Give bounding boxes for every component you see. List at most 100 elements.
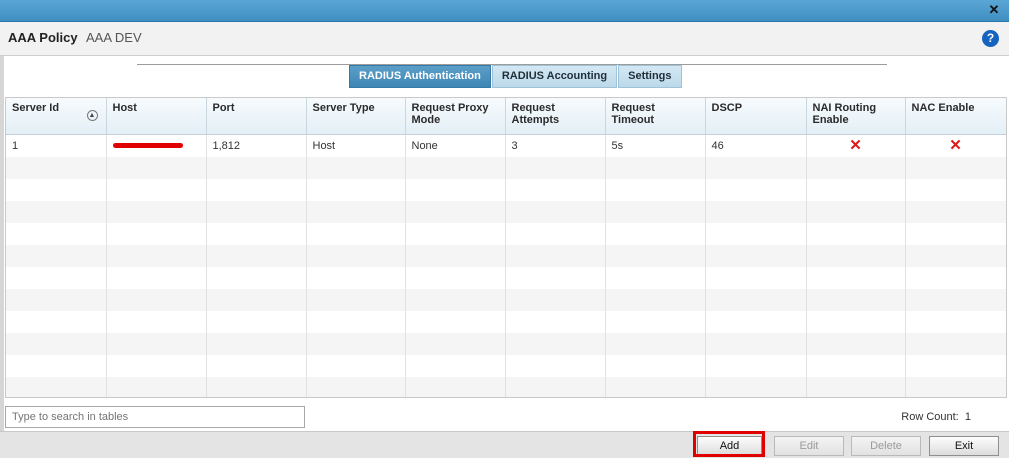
empty-cell: [6, 178, 107, 201]
empty-cell: [705, 376, 807, 397]
cell-attempts: 3: [505, 134, 606, 157]
empty-cell: [405, 222, 506, 245]
empty-cell: [405, 332, 506, 355]
empty-cell: [605, 222, 706, 245]
empty-cell: [806, 288, 906, 311]
empty-cell: [806, 156, 906, 179]
empty-cell: [505, 310, 606, 333]
empty-cell: [705, 222, 807, 245]
empty-cell: [6, 354, 107, 377]
empty-cell: [705, 288, 807, 311]
empty-cell: [505, 376, 606, 397]
page-header: AAA Policy AAA DEV ?: [0, 22, 1009, 56]
empty-cell: [306, 266, 406, 289]
empty-cell: [106, 310, 207, 333]
empty-cell: [806, 376, 906, 397]
empty-cell: [605, 156, 706, 179]
table-empty-row: [6, 354, 1006, 377]
empty-cell: [605, 266, 706, 289]
column-header-dscp[interactable]: DSCP: [705, 98, 807, 135]
empty-cell: [405, 376, 506, 397]
red-x-icon: ✕: [949, 136, 962, 154]
empty-cell: [905, 156, 1006, 179]
sort-ascending-icon[interactable]: ▲: [86, 110, 98, 121]
edit-button[interactable]: Edit: [774, 436, 844, 456]
empty-cell: [905, 244, 1006, 267]
empty-cell: [806, 200, 906, 223]
empty-cell: [705, 266, 807, 289]
empty-cell: [806, 178, 906, 201]
cell-timeout: 5s: [605, 134, 706, 157]
cell-port: 1,812: [206, 134, 307, 157]
empty-cell: [6, 200, 107, 223]
table-header-row: Server Id ▲ Host Port Server Type Request…: [6, 98, 1006, 135]
cell-dscp: 46: [705, 134, 807, 157]
redaction-mark: [112, 143, 183, 149]
tab-bar: RADIUS Authentication RADIUS Accounting …: [349, 65, 683, 88]
empty-cell: [705, 354, 807, 377]
table-row[interactable]: 1 1,812 Host None 3 5s 46 ✕ ✕: [6, 134, 1006, 157]
close-icon[interactable]: ✕: [987, 3, 1001, 17]
column-header-request-attempts[interactable]: Request Attempts: [505, 98, 606, 135]
empty-cell: [6, 244, 107, 267]
delete-button[interactable]: Delete: [851, 436, 921, 456]
empty-cell: [6, 332, 107, 355]
empty-cell: [905, 178, 1006, 201]
empty-cell: [705, 200, 807, 223]
column-header-nai-routing-enable[interactable]: NAI Routing Enable: [806, 98, 906, 135]
empty-cell: [206, 178, 307, 201]
empty-cell: [905, 200, 1006, 223]
empty-cell: [905, 288, 1006, 311]
column-header-server-id[interactable]: Server Id ▲: [6, 98, 107, 135]
empty-cell: [905, 222, 1006, 245]
tab-radius-authentication[interactable]: RADIUS Authentication: [349, 65, 491, 88]
column-header-request-timeout[interactable]: Request Timeout: [605, 98, 706, 135]
column-header-request-proxy-mode[interactable]: Request Proxy Mode: [405, 98, 506, 135]
empty-cell: [405, 200, 506, 223]
empty-cell: [605, 376, 706, 397]
empty-cell: [405, 178, 506, 201]
exit-button[interactable]: Exit: [929, 436, 999, 456]
column-header-nac-enable[interactable]: NAC Enable: [905, 98, 1006, 135]
empty-cell: [505, 200, 606, 223]
table-empty-row: [6, 332, 1006, 355]
column-header-host[interactable]: Host: [106, 98, 207, 135]
column-header-server-type[interactable]: Server Type: [306, 98, 406, 135]
cell-nai-routing: ✕: [806, 134, 906, 157]
empty-cell: [106, 266, 207, 289]
help-icon[interactable]: ?: [982, 30, 999, 47]
empty-cell: [6, 376, 107, 397]
empty-cell: [106, 222, 207, 245]
empty-cell: [306, 178, 406, 201]
empty-cell: [106, 376, 207, 397]
column-header-port[interactable]: Port: [206, 98, 307, 135]
empty-cell: [505, 288, 606, 311]
table-search-input[interactable]: [5, 406, 305, 428]
empty-cell: [6, 266, 107, 289]
table-empty-row: [6, 376, 1006, 397]
row-count-value: 1: [964, 411, 971, 423]
empty-cell: [106, 156, 207, 179]
empty-cell: [206, 266, 307, 289]
servers-table: Server Id ▲ Host Port Server Type Request…: [5, 97, 1007, 398]
tab-radius-accounting[interactable]: RADIUS Accounting: [491, 65, 618, 88]
empty-cell: [405, 288, 506, 311]
empty-cell: [206, 332, 307, 355]
table-empty-row: [6, 200, 1006, 223]
empty-cell: [206, 354, 307, 377]
empty-cell: [206, 288, 307, 311]
empty-cell: [106, 354, 207, 377]
empty-cell: [605, 178, 706, 201]
empty-cell: [306, 376, 406, 397]
empty-cell: [306, 288, 406, 311]
empty-cell: [106, 244, 207, 267]
add-button[interactable]: Add: [697, 436, 762, 456]
empty-cell: [306, 244, 406, 267]
empty-cell: [905, 376, 1006, 397]
empty-cell: [306, 354, 406, 377]
empty-cell: [605, 244, 706, 267]
row-count-label: Row Count:: [901, 411, 959, 423]
empty-cell: [206, 156, 307, 179]
empty-cell: [206, 310, 307, 333]
tab-settings[interactable]: Settings: [618, 65, 682, 88]
